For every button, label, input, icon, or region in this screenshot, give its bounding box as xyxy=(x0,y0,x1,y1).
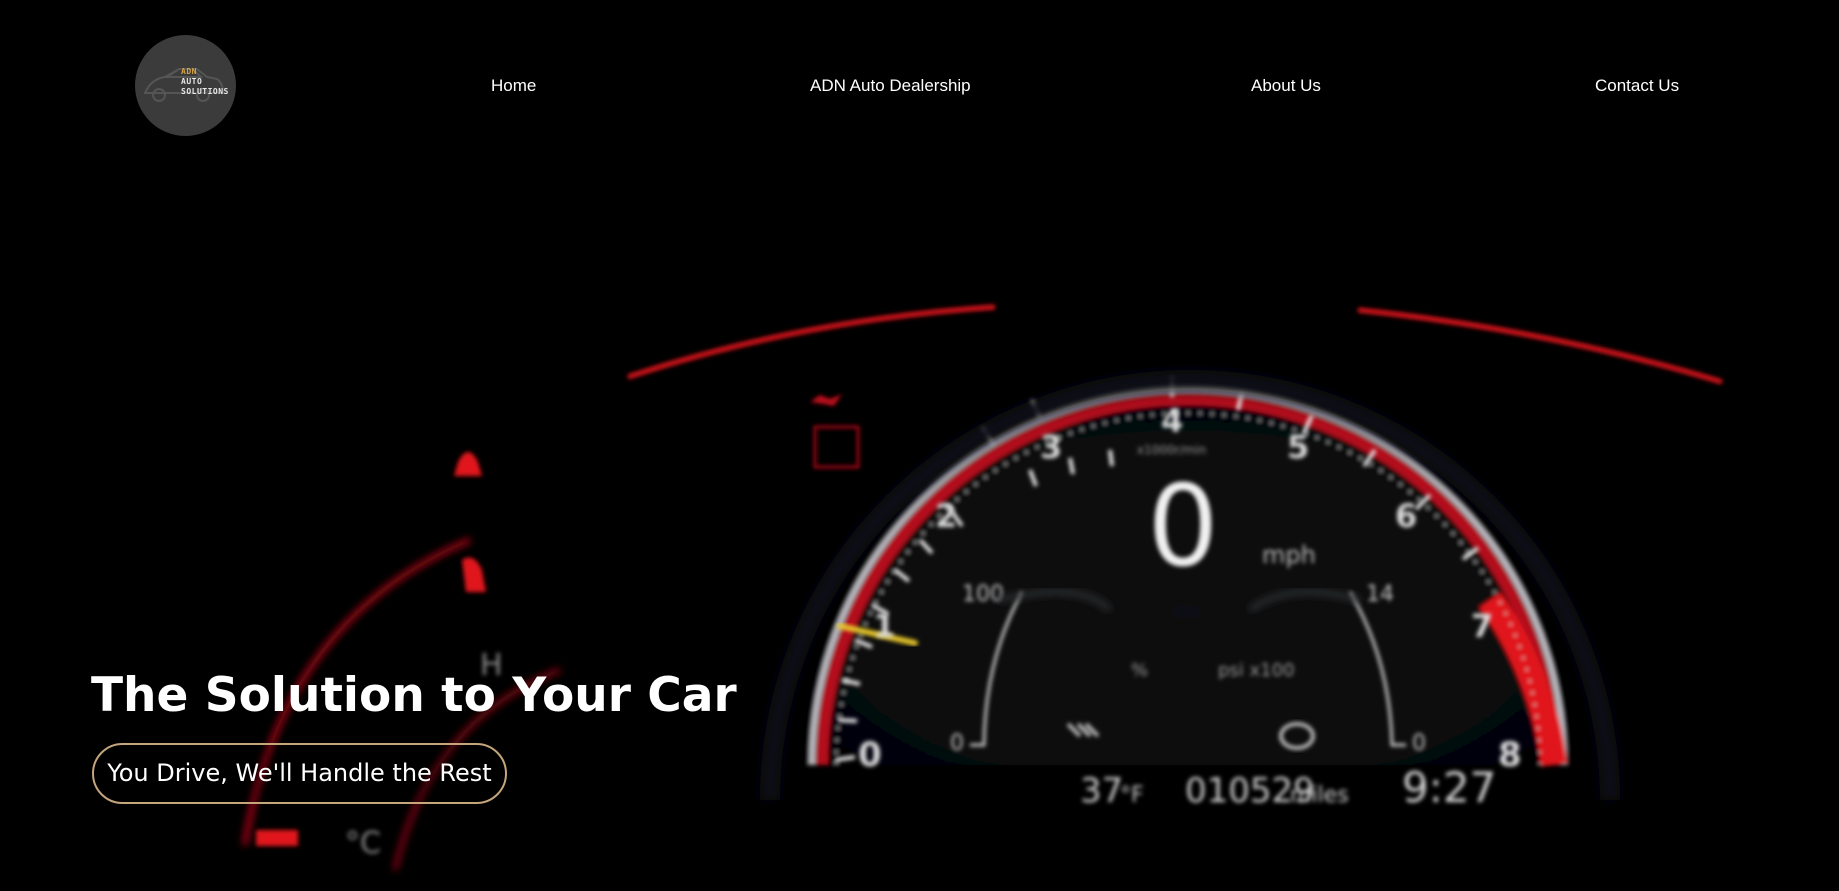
logo[interactable]: ADN AUTO SOLUTIONS xyxy=(135,35,236,136)
temperature-unit: °F xyxy=(1120,783,1144,808)
logo-line-3: SOLUTIONS xyxy=(181,87,229,96)
page: 0 1 2 3 4 5 6 7 8 x1000r/min 0 mph 100 0… xyxy=(0,0,1839,891)
left-gauge-unit: % xyxy=(1131,660,1148,681)
nav-item-about-us[interactable]: About Us xyxy=(1251,76,1321,96)
tach-label: 0 xyxy=(858,735,882,775)
right-gauge-top: 14 xyxy=(1366,582,1394,607)
odometer-unit: miles xyxy=(1290,783,1349,808)
right-gauge-unit: psi x100 xyxy=(1218,660,1295,681)
tach-label: 5 xyxy=(1287,428,1309,466)
clock: 9:27 xyxy=(1402,763,1496,812)
hero-cta-button[interactable]: You Drive, We'll Handle the Rest xyxy=(92,743,507,804)
nav-item-contact-us[interactable]: Contact Us xyxy=(1595,76,1679,96)
nav-item-adn-auto-dealership[interactable]: ADN Auto Dealership xyxy=(810,76,971,96)
speed-value: 0 xyxy=(1147,462,1218,592)
tach-label: 4 xyxy=(1161,402,1183,440)
left-gauge-top: 100 xyxy=(962,582,1004,607)
tach-label: 2 xyxy=(935,497,957,535)
temperature: 37 xyxy=(1080,771,1123,811)
temp-gauge-unit: °C xyxy=(345,826,381,861)
site-header: ADN AUTO SOLUTIONS Home ADN Auto Dealers… xyxy=(0,0,1839,170)
hero-title: The Solution to Your Car xyxy=(91,668,737,723)
tach-label: 3 xyxy=(1040,428,1062,466)
right-gauge-bottom: 0 xyxy=(1412,731,1426,756)
logo-line-2: AUTO xyxy=(181,77,203,86)
tach-label: 1 xyxy=(873,607,895,645)
tach-label: 6 xyxy=(1395,497,1417,535)
tach-label: 7 xyxy=(1471,607,1493,645)
rpm-unit: x1000r/min xyxy=(1137,443,1206,457)
logo-line-1: ADN xyxy=(181,67,197,76)
left-gauge-bottom: 0 xyxy=(950,731,964,756)
nav-item-home[interactable]: Home xyxy=(491,76,536,96)
tach-label: 8 xyxy=(1498,735,1522,775)
speed-unit: mph xyxy=(1262,541,1316,569)
